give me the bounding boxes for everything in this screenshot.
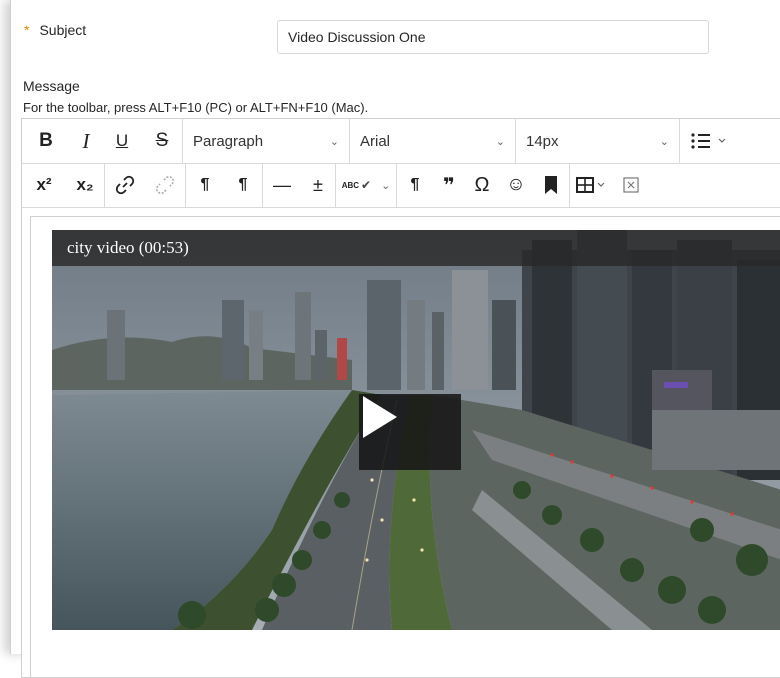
ltr-button[interactable]: ¶ — [186, 163, 224, 207]
emoji-button[interactable]: ☺ — [499, 163, 533, 207]
unlink-icon — [155, 175, 175, 195]
paragraph-format-value: Paragraph — [193, 132, 264, 150]
blockquote-button[interactable]: ❞ — [433, 163, 465, 207]
remove-format-button[interactable] — [616, 163, 646, 207]
toolbar-hint: For the toolbar, press ALT+F10 (PC) or A… — [23, 100, 369, 115]
bullet-list-icon — [691, 133, 726, 149]
strikethrough-button[interactable]: S — [142, 119, 182, 163]
plus-minus-button[interactable]: ± — [301, 163, 335, 207]
toolbar-row-1: B I U S Paragraph ⌄ Arial ⌄ 14px ⌄ — [22, 119, 780, 164]
rtl-label: ¶ — [238, 176, 248, 193]
special-character-button[interactable]: Ω — [465, 163, 499, 207]
link-button[interactable] — [105, 163, 145, 207]
subject-input[interactable]: Video Discussion One — [277, 20, 709, 54]
italic-button[interactable]: I — [70, 119, 102, 163]
ltr-label: ¶ — [200, 176, 210, 193]
close-box-icon — [623, 177, 639, 193]
font-family-value: Arial — [360, 132, 391, 150]
bold-button[interactable]: B — [22, 119, 70, 163]
play-icon — [363, 396, 397, 438]
editor-content[interactable]: city video (00:53) — [22, 208, 780, 678]
horizontal-rule-button[interactable]: — — [263, 163, 301, 207]
toolbar-row-2: x² x₂ ¶ ¶ — ± ABC ✔ ⌄ ¶ ❞ Ω ☺ — [22, 163, 780, 208]
message-label: Message — [23, 78, 80, 94]
subject-label-row: * Subject — [24, 22, 86, 38]
play-button[interactable] — [359, 394, 461, 470]
subscript-button[interactable]: x₂ — [66, 163, 104, 207]
font-family-select[interactable]: Arial ⌄ — [350, 119, 515, 163]
video-title: city video (00:53) — [52, 230, 780, 266]
spellcheck-check-icon: ✔ — [361, 178, 372, 192]
link-icon — [115, 175, 135, 195]
video-player[interactable]: city video (00:53) — [52, 230, 780, 630]
spellcheck-button[interactable]: ABC ✔ ⌄ — [336, 163, 396, 207]
superscript-button[interactable]: x² — [22, 163, 66, 207]
subject-label: Subject — [39, 22, 87, 38]
paragraph-format-select[interactable]: Paragraph ⌄ — [183, 119, 349, 163]
chevron-down-icon: ⌄ — [381, 179, 391, 192]
bookmark-button[interactable] — [533, 163, 569, 207]
bookmark-icon — [545, 176, 557, 194]
rtl-button[interactable]: ¶ — [224, 163, 262, 207]
bullet-list-button[interactable] — [680, 119, 740, 163]
table-icon — [576, 177, 605, 193]
spellcheck-label: ABC — [341, 180, 360, 190]
rich-text-editor: B I U S Paragraph ⌄ Arial ⌄ 14px ⌄ x² x₂… — [21, 118, 780, 678]
chevron-down-icon: ⌄ — [329, 135, 339, 148]
required-marker: * — [24, 22, 30, 38]
table-button[interactable] — [570, 163, 616, 207]
chevron-down-icon: ⌄ — [659, 135, 669, 148]
font-size-select[interactable]: 14px ⌄ — [516, 119, 679, 163]
font-size-value: 14px — [526, 132, 559, 150]
chevron-down-icon: ⌄ — [495, 135, 505, 148]
underline-button[interactable]: U — [102, 119, 142, 163]
unlink-button[interactable] — [145, 163, 185, 207]
show-blocks-button[interactable]: ¶ — [397, 163, 433, 207]
